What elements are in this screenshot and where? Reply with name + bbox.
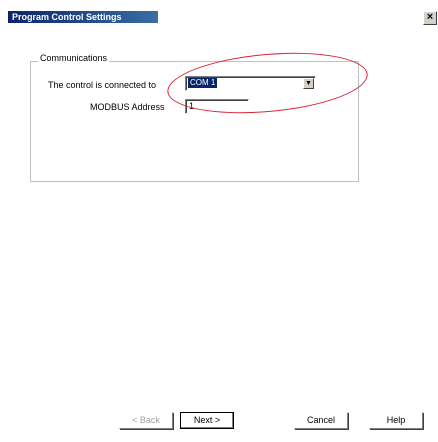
close-button[interactable]: × <box>423 11 437 25</box>
window-title: Program Control Settings <box>12 12 122 22</box>
next-button[interactable]: Next > <box>180 412 234 429</box>
communications-group-label: Communications <box>38 53 110 63</box>
close-icon: × <box>426 11 434 23</box>
help-button[interactable]: Help <box>369 412 423 429</box>
cancel-button[interactable]: Cancel <box>294 412 348 429</box>
title-bar: Program Control Settings <box>8 11 158 23</box>
connected-to-label: The control is connected to <box>48 80 157 90</box>
modbus-address-label: MODBUS Address <box>90 102 165 112</box>
back-button[interactable]: < Back <box>119 412 173 429</box>
